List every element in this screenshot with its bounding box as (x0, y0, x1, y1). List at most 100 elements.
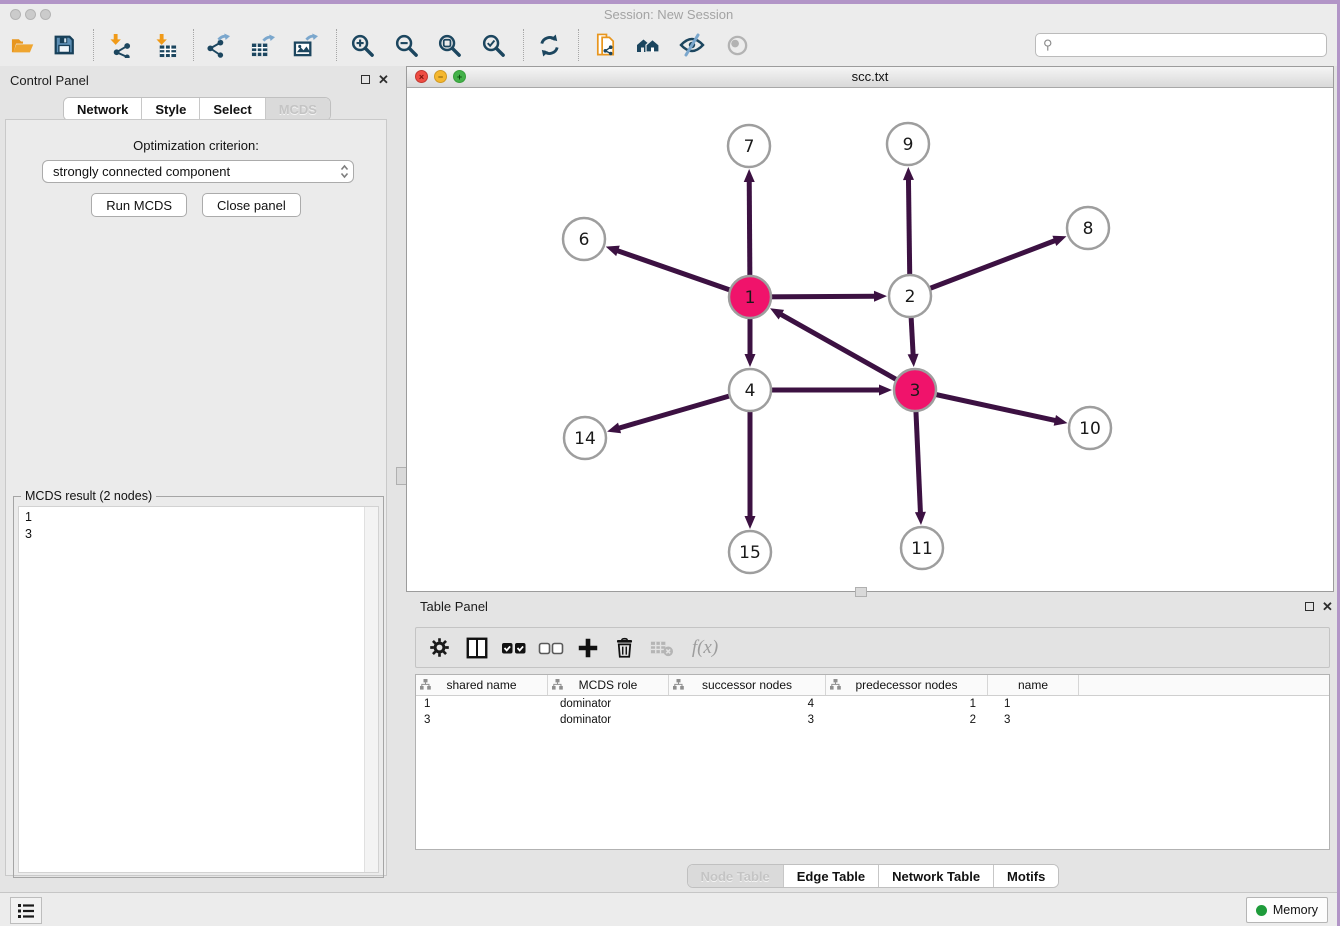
control-panel: Control Panel ✕ NetworkStyleSelectMCDS O… (0, 66, 394, 893)
search-input[interactable] (1057, 35, 1326, 55)
show-graphics-details-button[interactable] (724, 32, 750, 58)
tab-mcds[interactable]: MCDS (266, 98, 330, 120)
network-window-title: scc.txt (407, 69, 1333, 84)
graph-edge-arrowhead (874, 291, 887, 302)
apply-layout-button[interactable] (536, 32, 562, 58)
deselect-all-rows-button[interactable] (537, 634, 564, 661)
optimization-criterion-label: Optimization criterion: (6, 138, 386, 153)
column-header-MCDS-role[interactable]: MCDS role (548, 675, 669, 695)
delete-columns-button[interactable] (611, 634, 638, 661)
criterion-value: strongly connected component (43, 164, 335, 179)
select-all-rows-button[interactable] (500, 634, 527, 661)
zoom-out-button[interactable] (393, 32, 419, 58)
column-type-icon (420, 679, 431, 690)
cell-MCDS-role[interactable]: dominator (548, 712, 669, 728)
table-header-row: shared name MCDS role successor nodes prede… (416, 675, 1329, 696)
criterion-select[interactable]: strongly connected component (42, 160, 354, 183)
toolbar-separator (93, 29, 94, 61)
column-header-predecessor-nodes[interactable]: predecessor nodes (826, 675, 988, 695)
graph-node-label: 8 (1083, 219, 1094, 239)
tab-select[interactable]: Select (200, 98, 265, 120)
cell-MCDS-role[interactable]: dominator (548, 696, 669, 712)
tab-style[interactable]: Style (142, 98, 200, 120)
export-table-button[interactable] (249, 32, 275, 58)
search-icon: ⚲ (1043, 37, 1053, 53)
result-scrollbar[interactable] (364, 507, 378, 872)
export-network-button[interactable] (205, 32, 231, 58)
column-header-successor-nodes[interactable]: successor nodes (669, 675, 826, 695)
delete-table-button[interactable] (648, 634, 675, 661)
network-canvas[interactable]: 7968124314101511 (407, 87, 1333, 591)
add-column-button[interactable] (574, 634, 601, 661)
float-table-panel-icon[interactable] (1305, 602, 1314, 611)
graph-node-label: 10 (1079, 419, 1101, 439)
import-network-button[interactable] (106, 32, 132, 58)
delete-table-icon (649, 635, 674, 660)
graph-edge-2-8[interactable] (910, 240, 1056, 296)
cell-name[interactable]: 3 (988, 712, 1079, 728)
memory-button[interactable]: Memory (1246, 897, 1328, 923)
close-panel-icon[interactable]: ✕ (378, 74, 389, 85)
close-panel-button[interactable]: Close panel (202, 193, 301, 217)
mcds-result-lines: 13 (25, 509, 32, 543)
cell-successor-nodes[interactable]: 4 (669, 696, 826, 712)
table-body: 1dominator4113dominator323 (416, 696, 1329, 728)
network-window-titlebar[interactable]: × − + scc.txt (407, 67, 1333, 88)
eye-slash-icon (679, 32, 705, 58)
hide-graphics-details-button[interactable] (679, 32, 705, 58)
run-mcds-button[interactable]: Run MCDS (91, 193, 187, 217)
cell-name[interactable]: 1 (988, 696, 1079, 712)
cell-predecessor-nodes[interactable]: 1 (826, 696, 988, 712)
fx-icon: f(x) (692, 637, 718, 659)
zoom-selected-button[interactable] (480, 32, 506, 58)
search-field[interactable]: ⚲ (1035, 33, 1327, 57)
toolbar-separator (193, 29, 194, 61)
task-history-button[interactable] (10, 897, 42, 924)
graph-edge-arrowhead (744, 169, 755, 182)
graph-node-label: 3 (910, 381, 921, 401)
export-image-button[interactable] (292, 32, 318, 58)
column-header-name[interactable]: name (988, 675, 1079, 695)
cell-predecessor-nodes[interactable]: 2 (826, 712, 988, 728)
function-builder-button[interactable]: f(x) (685, 634, 725, 661)
export-network-icon (206, 33, 231, 58)
table-row[interactable]: 3dominator323 (416, 712, 1329, 728)
zoom-fit-button[interactable] (436, 32, 462, 58)
open-session-button[interactable] (9, 32, 35, 58)
column-header-shared-name[interactable]: shared name (416, 675, 548, 695)
reset-view-button[interactable] (635, 32, 661, 58)
column-label: MCDS role (579, 678, 638, 692)
zoom-in-button[interactable] (349, 32, 375, 58)
cell-shared-name[interactable]: 3 (416, 712, 548, 728)
tab-network-table[interactable]: Network Table (879, 865, 994, 887)
cell-successor-nodes[interactable]: 3 (669, 712, 826, 728)
checked-boxes-icon (501, 635, 527, 661)
toolbar-separator (336, 29, 337, 61)
column-settings-button[interactable] (426, 634, 453, 661)
column-type-icon (673, 679, 684, 690)
cell-shared-name[interactable]: 1 (416, 696, 548, 712)
column-label: successor nodes (702, 678, 792, 692)
column-label: shared name (446, 678, 516, 692)
import-network-icon (107, 33, 132, 58)
table-panel: Table Panel ✕ (406, 595, 1340, 880)
save-session-button[interactable] (51, 32, 77, 58)
tab-edge-table[interactable]: Edge Table (784, 865, 879, 887)
mcds-result-textarea[interactable]: 13 (18, 506, 379, 873)
table-row[interactable]: 1dominator411 (416, 696, 1329, 712)
tab-node-table[interactable]: Node Table (688, 865, 784, 887)
graph-edge-3-1[interactable] (780, 314, 915, 390)
graph-edge-arrowhead (903, 167, 914, 180)
zoom-out-icon (394, 33, 419, 58)
tab-network[interactable]: Network (64, 98, 142, 120)
graph-node-label: 14 (574, 429, 596, 449)
float-panel-icon[interactable] (361, 75, 370, 84)
import-table-button[interactable] (152, 32, 178, 58)
tab-motifs[interactable]: Motifs (994, 865, 1058, 887)
graph-edge-arrowhead (879, 385, 892, 396)
split-view-button[interactable] (463, 634, 490, 661)
refresh-icon (537, 33, 562, 58)
close-table-panel-icon[interactable]: ✕ (1322, 601, 1333, 612)
zoom-fit-icon (437, 33, 462, 58)
clone-network-button[interactable] (592, 32, 618, 58)
